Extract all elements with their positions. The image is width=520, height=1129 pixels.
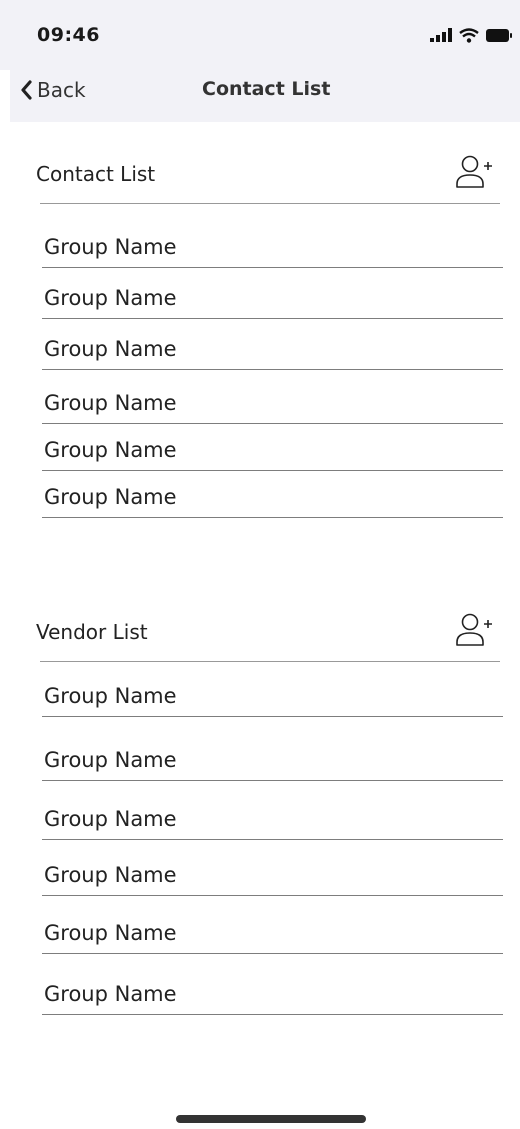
vendor-group-row[interactable]: Group Name bbox=[42, 954, 503, 1015]
group-name-label: Group Name bbox=[44, 438, 177, 462]
vendor-group-row[interactable]: Group Name bbox=[42, 662, 503, 717]
status-bar: 09:46 bbox=[0, 0, 520, 70]
back-button[interactable]: Back bbox=[20, 76, 86, 104]
contact-group-row[interactable]: Group Name bbox=[42, 471, 503, 518]
add-user-icon[interactable] bbox=[454, 154, 492, 190]
contact-list-title: Contact List bbox=[36, 162, 156, 186]
vendor-list-title: Vendor List bbox=[36, 620, 148, 644]
group-name-label: Group Name bbox=[44, 391, 177, 415]
group-name-label: Group Name bbox=[44, 807, 177, 831]
contact-list-header: Contact List bbox=[0, 140, 520, 204]
contact-group-row[interactable]: Group Name bbox=[42, 424, 503, 471]
page-title: Contact List bbox=[202, 78, 331, 100]
back-label: Back bbox=[37, 78, 86, 102]
contact-group-row[interactable]: Group Name bbox=[42, 370, 503, 424]
status-icons bbox=[430, 26, 512, 44]
vendor-group-row[interactable]: Group Name bbox=[42, 781, 503, 840]
battery-icon bbox=[486, 28, 512, 42]
group-name-label: Group Name bbox=[44, 485, 177, 509]
contact-list-section: Contact List bbox=[0, 140, 520, 204]
vendor-group-row[interactable]: Group Name bbox=[42, 840, 503, 896]
group-name-label: Group Name bbox=[44, 684, 177, 708]
group-name-label: Group Name bbox=[44, 235, 177, 259]
group-name-label: Group Name bbox=[44, 863, 177, 887]
group-name-label: Group Name bbox=[44, 337, 177, 361]
group-name-label: Group Name bbox=[44, 748, 177, 772]
vendor-group-row[interactable]: Group Name bbox=[42, 896, 503, 954]
group-name-label: Group Name bbox=[44, 286, 177, 310]
vendor-group-row[interactable]: Group Name bbox=[42, 717, 503, 781]
wifi-icon bbox=[459, 27, 479, 43]
home-indicator[interactable] bbox=[176, 1115, 366, 1123]
signal-icon bbox=[430, 28, 452, 42]
vendor-list-header: Vendor List bbox=[0, 598, 520, 662]
group-name-label: Group Name bbox=[44, 982, 177, 1006]
chevron-left-icon bbox=[21, 80, 32, 100]
contact-list-divider bbox=[40, 203, 500, 204]
add-user-icon[interactable] bbox=[454, 612, 492, 648]
contact-group-row[interactable]: Group Name bbox=[42, 220, 503, 268]
contact-group-row[interactable]: Group Name bbox=[42, 268, 503, 319]
status-time: 09:46 bbox=[37, 24, 100, 46]
contact-group-row[interactable]: Group Name bbox=[42, 319, 503, 370]
navigation-bar: Back Contact List bbox=[10, 70, 520, 122]
group-name-label: Group Name bbox=[44, 921, 177, 945]
vendor-list-section: Vendor List bbox=[0, 598, 520, 662]
